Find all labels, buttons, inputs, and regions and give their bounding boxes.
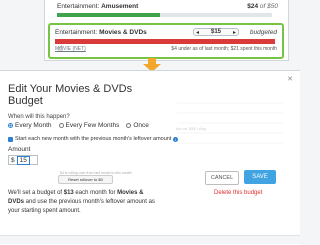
budget-over-bar	[55, 39, 275, 44]
radio-icon[interactable]	[126, 123, 132, 128]
frequency-question: When will this happen?	[8, 114, 70, 120]
chart-legend: You vs. $15 / Avg	[175, 126, 206, 131]
radio-once[interactable]: Once	[126, 122, 149, 129]
rollover-checkbox-row[interactable]: Start each new month with the previous m…	[8, 136, 179, 142]
modal-title: Edit Your Movies & DVDs Budget	[8, 83, 133, 107]
budget-row-amusement[interactable]: Entertainment: Amusement $24 of $50	[57, 3, 278, 12]
save-button[interactable]: SAVE	[244, 170, 276, 184]
page-footer	[0, 235, 300, 244]
increment-icon[interactable]: ▸	[233, 29, 236, 36]
budget-name: Entertainment: Movies & DVDs	[55, 29, 147, 36]
checkbox-checked-icon[interactable]	[8, 136, 13, 142]
budget-progress-bar	[57, 13, 272, 17]
budget-summary: We'll set a budget of $13 each month for…	[8, 190, 155, 214]
budget-name: Entertainment: Amusement	[57, 3, 139, 10]
decrement-icon[interactable]: ◂	[196, 29, 199, 36]
close-icon[interactable]: ✕	[287, 75, 293, 83]
cursor-hand-icon: ☝	[58, 44, 63, 53]
amount-input[interactable]: 15	[16, 155, 30, 165]
budgeted-label: budgeted	[249, 29, 277, 36]
budget-progress-fill	[57, 13, 161, 17]
delete-budget-link[interactable]: Delete this budget	[214, 190, 262, 196]
radio-every-few-months[interactable]: Every Few Months	[58, 122, 119, 129]
budget-amount-stepper[interactable]: ◂ $15 ▸	[193, 28, 239, 36]
amount-label: Amount	[8, 146, 31, 153]
frequency-options: Every Month Every Few Months Once	[8, 122, 149, 129]
reset-rollover-button[interactable]: Reset rollover to $0	[58, 175, 113, 184]
radio-icon[interactable]	[58, 123, 64, 128]
radio-every-month[interactable]: Every Month	[8, 122, 52, 129]
amount-field[interactable]: $ 15	[8, 155, 38, 165]
edit-budget-modal: ✕ Edit Your Movies & DVDs Budget When wi…	[0, 70, 300, 245]
budget-amount: $24 of $50	[247, 3, 278, 10]
budget-row-movies-selected[interactable]: Entertainment: Movies & DVDs ◂ $15 ▸ bud…	[48, 23, 284, 59]
radio-selected-icon[interactable]	[8, 123, 13, 128]
cancel-button[interactable]: CANCEL	[205, 171, 239, 185]
budget-status-note: $4 under as of last month; $21 spent thi…	[171, 46, 277, 52]
